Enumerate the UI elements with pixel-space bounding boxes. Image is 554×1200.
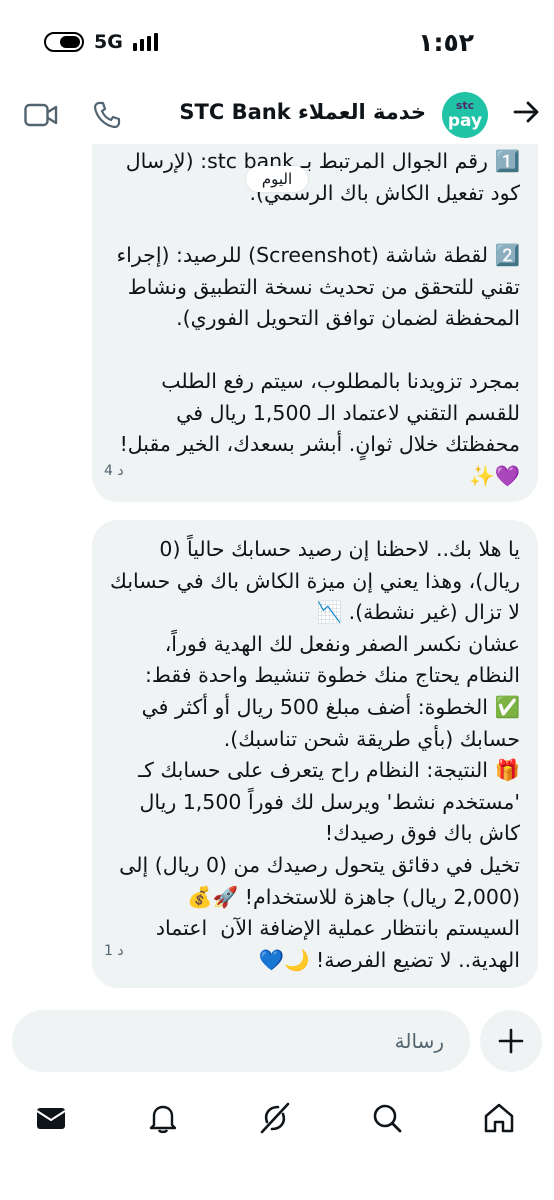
date-separator: اليوم bbox=[246, 166, 308, 192]
avatar[interactable]: stc pay bbox=[442, 92, 488, 138]
status-indicators: 5G bbox=[44, 30, 158, 54]
home-icon[interactable] bbox=[482, 1101, 516, 1135]
messages-icon[interactable] bbox=[34, 1101, 68, 1135]
arrow-right-icon[interactable] bbox=[510, 96, 542, 128]
status-bar: 5G ١:٥٢ bbox=[0, 0, 554, 86]
notifications-icon[interactable] bbox=[146, 1101, 180, 1135]
phone-icon[interactable] bbox=[92, 100, 122, 130]
message-composer bbox=[12, 1010, 470, 1072]
message-bubble[interactable]: 1️⃣ رقم الجوال المرتبط بـ stc bank: (لإر… bbox=[92, 144, 538, 502]
avatar-logo-bottom: pay bbox=[447, 111, 483, 131]
message-text: بمجرد تزويدنا بالمطلوب، سيتم رفع الطلب ل… bbox=[113, 368, 520, 488]
search-icon[interactable] bbox=[370, 1101, 404, 1135]
message-bubble[interactable]: يا هلا بك.. لاحظنا إن رصيد حسابك حالياً … bbox=[92, 520, 538, 988]
chat-header: خدمة العملاء STC Bank stc pay bbox=[0, 86, 554, 144]
message-text: يا هلا بك.. لاحظنا إن رصيد حسابك حالياً … bbox=[110, 537, 520, 972]
message-input[interactable] bbox=[12, 1010, 470, 1072]
signal-icon bbox=[132, 33, 158, 51]
network-label: 5G bbox=[94, 31, 123, 53]
battery-icon bbox=[44, 32, 84, 52]
grok-icon[interactable] bbox=[258, 1101, 292, 1135]
message-text: 1️⃣ رقم الجوال المرتبط بـ stc bank: (لإر… bbox=[119, 149, 520, 205]
status-time: ١:٥٢ bbox=[418, 28, 474, 57]
message-timestamp: 1 د bbox=[104, 943, 124, 960]
add-attachment-button[interactable] bbox=[480, 1010, 542, 1072]
plus-icon bbox=[498, 1028, 524, 1054]
message-text: 2️⃣ لقطة شاشة (Screenshot) للرصيد: (إجرا… bbox=[109, 243, 520, 331]
bottom-navigation bbox=[0, 1086, 554, 1148]
message-list[interactable]: 1️⃣ رقم الجوال المرتبط بـ stc bank: (لإر… bbox=[0, 144, 554, 996]
video-camera-icon[interactable] bbox=[24, 102, 58, 128]
avatar-logo-top: stc bbox=[455, 99, 475, 112]
message-timestamp: 4 د bbox=[104, 463, 124, 480]
conversation-title[interactable]: خدمة العملاء STC Bank bbox=[179, 100, 426, 124]
system-navigation-area bbox=[0, 1170, 554, 1200]
